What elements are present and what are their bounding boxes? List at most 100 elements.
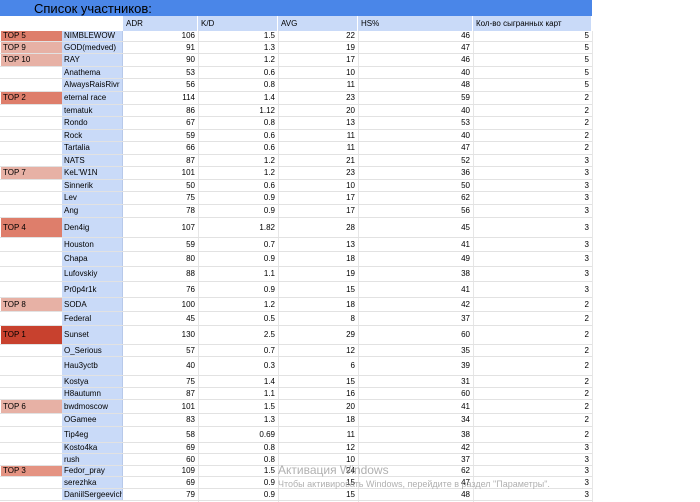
- maps-played-cell[interactable]: 3: [473, 238, 592, 251]
- player-name-cell[interactable]: SODA: [62, 298, 123, 311]
- title-cell[interactable]: Список участников:: [0, 0, 592, 16]
- maps-played-cell[interactable]: 5: [473, 42, 592, 53]
- avg-cell[interactable]: 13: [278, 117, 358, 129]
- avg-cell[interactable]: 15: [278, 489, 358, 500]
- column-header-adr[interactable]: ADR: [123, 16, 198, 31]
- top-rank-cell[interactable]: TOP 4: [0, 218, 62, 237]
- maps-played-cell[interactable]: 5: [473, 67, 592, 78]
- kd-cell[interactable]: 1.2: [198, 298, 278, 311]
- hs-cell[interactable]: 48: [358, 489, 473, 500]
- top-rank-cell[interactable]: [0, 130, 62, 141]
- adr-cell[interactable]: 91: [123, 42, 198, 53]
- kd-cell[interactable]: 0.7: [198, 238, 278, 251]
- hs-cell[interactable]: 34: [358, 414, 473, 426]
- avg-cell[interactable]: 15: [278, 376, 358, 387]
- hs-cell[interactable]: 47: [358, 42, 473, 53]
- hs-cell[interactable]: 40: [358, 105, 473, 116]
- player-name-cell[interactable]: Rock: [62, 130, 123, 141]
- top-rank-cell[interactable]: [0, 376, 62, 387]
- adr-cell[interactable]: 53: [123, 67, 198, 78]
- hs-cell[interactable]: 59: [358, 92, 473, 104]
- maps-played-cell[interactable]: 2: [473, 345, 592, 356]
- avg-cell[interactable]: 10: [278, 180, 358, 191]
- kd-cell[interactable]: 0.6: [198, 130, 278, 141]
- maps-played-cell[interactable]: 3: [473, 192, 592, 204]
- top-rank-cell[interactable]: [0, 117, 62, 129]
- player-name-cell[interactable]: GOD(medved): [62, 42, 123, 53]
- kd-cell[interactable]: 0.9: [198, 252, 278, 266]
- maps-played-cell[interactable]: 3: [473, 252, 592, 266]
- top-rank-cell[interactable]: TOP 2: [0, 92, 62, 104]
- hs-cell[interactable]: 36: [358, 167, 473, 179]
- hs-cell[interactable]: 46: [358, 31, 473, 41]
- top-rank-cell[interactable]: [0, 67, 62, 78]
- top-rank-cell[interactable]: [0, 142, 62, 154]
- adr-cell[interactable]: 59: [123, 238, 198, 251]
- player-name-cell[interactable]: Chapa: [62, 252, 123, 266]
- avg-cell[interactable]: 28: [278, 218, 358, 237]
- hs-cell[interactable]: 62: [358, 192, 473, 204]
- player-name-cell[interactable]: Tip4eg: [62, 427, 123, 442]
- hs-cell[interactable]: 60: [358, 388, 473, 399]
- top-rank-cell[interactable]: [0, 192, 62, 204]
- avg-cell[interactable]: 29: [278, 326, 358, 344]
- player-name-cell[interactable]: O_Serious: [62, 345, 123, 356]
- adr-cell[interactable]: 66: [123, 142, 198, 154]
- maps-played-cell[interactable]: 2: [473, 376, 592, 387]
- adr-cell[interactable]: 101: [123, 400, 198, 413]
- top-rank-cell[interactable]: [0, 79, 62, 91]
- avg-cell[interactable]: 8: [278, 312, 358, 325]
- hs-cell[interactable]: 45: [358, 218, 473, 237]
- top-rank-cell[interactable]: [0, 180, 62, 191]
- column-header-kd[interactable]: K/D: [198, 16, 278, 31]
- avg-cell[interactable]: 23: [278, 167, 358, 179]
- maps-played-cell[interactable]: 3: [473, 267, 592, 281]
- hs-cell[interactable]: 40: [358, 67, 473, 78]
- top-rank-cell[interactable]: TOP 6: [0, 400, 62, 413]
- kd-cell[interactable]: 0.6: [198, 180, 278, 191]
- kd-cell[interactable]: 0.69: [198, 427, 278, 442]
- avg-cell[interactable]: 16: [278, 388, 358, 399]
- maps-played-cell[interactable]: 3: [473, 180, 592, 191]
- maps-played-cell[interactable]: 5: [473, 79, 592, 91]
- adr-cell[interactable]: 107: [123, 218, 198, 237]
- maps-played-cell[interactable]: 2: [473, 388, 592, 399]
- player-name-cell[interactable]: AlwaysRaisRivr: [62, 79, 123, 91]
- maps-played-cell[interactable]: 2: [473, 427, 592, 442]
- kd-cell[interactable]: 1.3: [198, 414, 278, 426]
- maps-played-cell[interactable]: 3: [473, 489, 592, 500]
- avg-cell[interactable]: 17: [278, 205, 358, 217]
- kd-cell[interactable]: 0.6: [198, 67, 278, 78]
- adr-cell[interactable]: 101: [123, 167, 198, 179]
- avg-cell[interactable]: 20: [278, 105, 358, 116]
- avg-cell[interactable]: 15: [278, 282, 358, 297]
- hs-cell[interactable]: 60: [358, 326, 473, 344]
- top-rank-cell[interactable]: [0, 454, 62, 465]
- avg-cell[interactable]: 6: [278, 357, 358, 375]
- hs-cell[interactable]: 31: [358, 376, 473, 387]
- hs-cell[interactable]: 41: [358, 400, 473, 413]
- kd-cell[interactable]: 1.4: [198, 92, 278, 104]
- avg-cell[interactable]: 23: [278, 92, 358, 104]
- maps-played-cell[interactable]: 2: [473, 130, 592, 141]
- adr-cell[interactable]: 40: [123, 357, 198, 375]
- kd-cell[interactable]: 0.9: [198, 192, 278, 204]
- kd-cell[interactable]: 1.2: [198, 167, 278, 179]
- adr-cell[interactable]: 114: [123, 92, 198, 104]
- avg-cell[interactable]: 11: [278, 130, 358, 141]
- kd-cell[interactable]: 0.8: [198, 443, 278, 453]
- top-rank-cell[interactable]: [0, 477, 62, 488]
- kd-cell[interactable]: 0.7: [198, 345, 278, 356]
- kd-cell[interactable]: 1.82: [198, 218, 278, 237]
- maps-played-cell[interactable]: 2: [473, 357, 592, 375]
- adr-cell[interactable]: 80: [123, 252, 198, 266]
- maps-played-cell[interactable]: 3: [473, 167, 592, 179]
- player-name-cell[interactable]: serezhka: [62, 477, 123, 488]
- top-rank-cell[interactable]: [0, 345, 62, 356]
- hs-cell[interactable]: 46: [358, 54, 473, 66]
- adr-cell[interactable]: 76: [123, 282, 198, 297]
- top-rank-cell[interactable]: TOP 9: [0, 42, 62, 53]
- maps-played-cell[interactable]: 2: [473, 92, 592, 104]
- kd-cell[interactable]: 1.1: [198, 267, 278, 281]
- hs-cell[interactable]: 49: [358, 252, 473, 266]
